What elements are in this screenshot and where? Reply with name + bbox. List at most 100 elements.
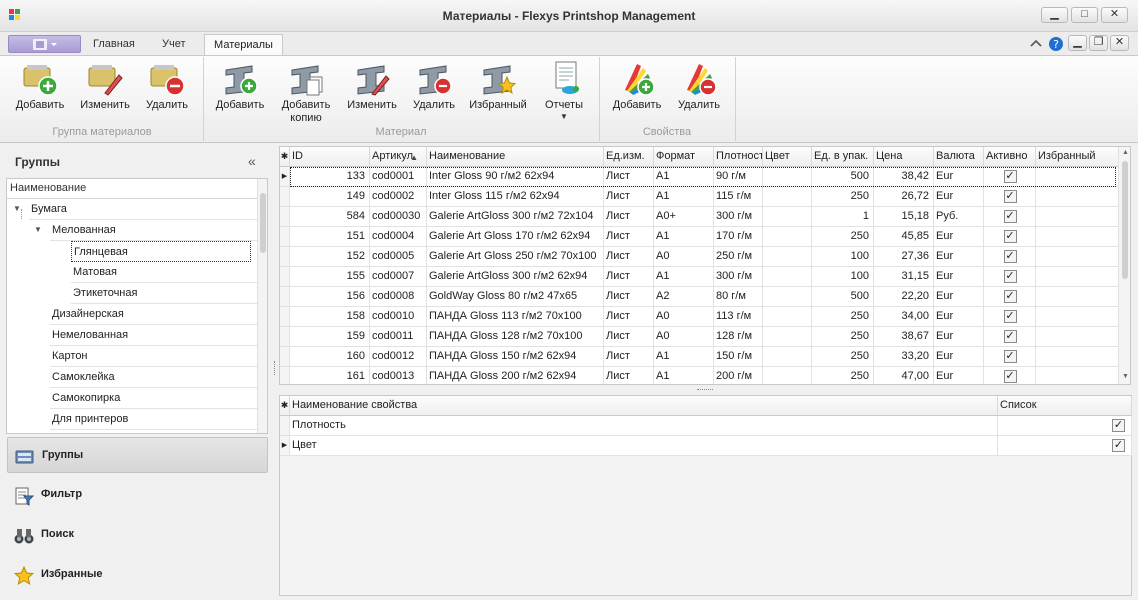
cell-active[interactable]: ✓ — [984, 247, 1036, 267]
table-row[interactable]: 149 cod0002 Inter Gloss 115 г/м2 62x94 Лист… — [280, 187, 1121, 207]
table-row[interactable]: 151 cod0004 Galerie Art Gloss 170 г/м2 62x… — [280, 227, 1121, 247]
column-header-active[interactable]: Активно — [984, 147, 1036, 167]
cell-density[interactable]: 300 г/м — [714, 207, 763, 227]
tab-home[interactable]: Главная — [93, 38, 135, 50]
help-icon[interactable]: ? — [1048, 36, 1064, 52]
cell-pack[interactable]: 250 — [812, 227, 874, 247]
nav-search-button[interactable]: Поиск — [7, 517, 268, 553]
cell-favorite[interactable] — [1036, 287, 1121, 307]
vertical-splitter[interactable] — [272, 146, 278, 596]
cell-density[interactable]: 115 г/м — [714, 187, 763, 207]
checkbox-checked-icon[interactable]: ✓ — [1003, 290, 1017, 303]
cell-format[interactable]: A1 — [654, 267, 714, 287]
tree-node-selected[interactable]: Глянцевая — [71, 241, 251, 262]
cell-unit[interactable]: Лист — [604, 267, 654, 287]
tree-column-header[interactable]: Наименование — [7, 179, 257, 199]
cell-price[interactable]: 45,85 — [874, 227, 934, 247]
maximize-button[interactable]: □ — [1071, 7, 1098, 23]
cell-unit[interactable]: Лист — [604, 347, 654, 367]
expand-icon[interactable]: ▼ — [34, 225, 42, 234]
cell-id[interactable]: 584 — [290, 207, 370, 227]
table-row[interactable]: 156 cod0008 GoldWay Gloss 80 г/м2 47x65 Лис… — [280, 287, 1121, 307]
collapse-ribbon-icon[interactable] — [1028, 36, 1044, 52]
property-add-button[interactable]: Добавить — [606, 60, 668, 122]
cell-active[interactable]: ✓ — [984, 267, 1036, 287]
tab-materials[interactable]: Материалы — [204, 34, 283, 56]
tree-node[interactable]: Немелованная — [50, 325, 257, 346]
cell-density[interactable]: 113 г/м — [714, 307, 763, 327]
tree-node[interactable]: Для принтеров — [50, 409, 257, 430]
table-row[interactable]: 155 cod0007 Galerie ArtGloss 300 г/м2 62x9… — [280, 267, 1121, 287]
nav-filter-button[interactable]: Фильтр — [7, 477, 268, 513]
column-header-currency[interactable]: Валюта — [934, 147, 984, 167]
cell-unit[interactable]: Лист — [604, 247, 654, 267]
cell-currency[interactable]: Eur — [934, 327, 984, 347]
cell-density[interactable]: 170 г/м — [714, 227, 763, 247]
checkbox-checked-icon[interactable]: ✓ — [1003, 230, 1017, 243]
cell-article[interactable]: cod0008 — [370, 287, 427, 307]
cell-currency[interactable]: Eur — [934, 347, 984, 367]
property-row[interactable]: ▶ Цвет ✓ — [280, 436, 1132, 456]
cell-unit[interactable]: Лист — [604, 287, 654, 307]
cell-id[interactable]: 159 — [290, 327, 370, 347]
cell-format[interactable]: A0 — [654, 307, 714, 327]
cell-color[interactable] — [763, 327, 812, 347]
table-row[interactable]: 152 cod0005 Galerie Art Gloss 250 г/м2 70x… — [280, 247, 1121, 267]
close-button[interactable]: ✕ — [1101, 7, 1128, 23]
scroll-up-icon[interactable]: ▲ — [1122, 149, 1129, 156]
checkbox-checked-icon[interactable]: ✓ — [1003, 270, 1017, 283]
cell-color[interactable] — [763, 267, 812, 287]
cell-color[interactable] — [763, 227, 812, 247]
checkbox-checked-icon[interactable]: ✓ — [1003, 310, 1017, 323]
property-row[interactable]: Плотность ✓ — [280, 416, 1132, 436]
tree-node[interactable]: Самоклейка — [50, 367, 257, 388]
scrollbar-thumb[interactable] — [260, 193, 266, 253]
cell-currency[interactable]: Eur — [934, 227, 984, 247]
cell-pack[interactable]: 250 — [812, 327, 874, 347]
checkbox-checked-icon[interactable]: ✓ — [1003, 350, 1017, 363]
checkbox-checked-icon[interactable]: ✓ — [1003, 170, 1017, 183]
cell-id[interactable]: 160 — [290, 347, 370, 367]
property-name-cell[interactable]: Цвет — [290, 436, 998, 456]
cell-article[interactable]: cod0005 — [370, 247, 427, 267]
property-delete-button[interactable]: Удалить — [668, 60, 730, 122]
table-row[interactable]: 161 cod0013 ПАНДА Gloss 200 г/м2 62x94 Лист… — [280, 367, 1121, 384]
cell-id[interactable]: 155 — [290, 267, 370, 287]
cell-active[interactable]: ✓ — [984, 307, 1036, 327]
cell-pack[interactable]: 250 — [812, 347, 874, 367]
cell-article[interactable]: cod0011 — [370, 327, 427, 347]
cell-favorite[interactable] — [1036, 347, 1121, 367]
cell-currency[interactable]: Eur — [934, 167, 984, 187]
cell-density[interactable]: 250 г/м — [714, 247, 763, 267]
cell-article[interactable]: cod00030 — [370, 207, 427, 227]
cell-format[interactable]: A1 — [654, 167, 714, 187]
cell-unit[interactable]: Лист — [604, 227, 654, 247]
tree-scrollbar[interactable] — [257, 179, 267, 433]
cell-article[interactable]: cod0004 — [370, 227, 427, 247]
cell-pack[interactable]: 500 — [812, 167, 874, 187]
cell-active[interactable]: ✓ — [984, 227, 1036, 247]
checkbox-checked-icon[interactable]: ✓ — [1003, 370, 1017, 383]
cell-color[interactable] — [763, 207, 812, 227]
cell-unit[interactable]: Лист — [604, 367, 654, 384]
column-header-list[interactable]: Список — [998, 396, 1132, 416]
cell-currency[interactable]: Eur — [934, 247, 984, 267]
cell-name[interactable]: Galerie ArtGloss 300 г/м2 72x104 — [427, 207, 604, 227]
checkbox-checked-icon[interactable]: ✓ — [1003, 330, 1017, 343]
column-header-id[interactable]: ID — [290, 147, 370, 167]
cell-density[interactable]: 90 г/м — [714, 167, 763, 187]
cell-favorite[interactable] — [1036, 187, 1121, 207]
cell-format[interactable]: A0 — [654, 327, 714, 347]
cell-price[interactable]: 47,00 — [874, 367, 934, 384]
cell-price[interactable]: 22,20 — [874, 287, 934, 307]
cell-color[interactable] — [763, 187, 812, 207]
cell-active[interactable]: ✓ — [984, 347, 1036, 367]
cell-pack[interactable]: 500 — [812, 287, 874, 307]
cell-currency[interactable]: Eur — [934, 267, 984, 287]
cell-id[interactable]: 151 — [290, 227, 370, 247]
cell-color[interactable] — [763, 287, 812, 307]
cell-format[interactable]: A1 — [654, 227, 714, 247]
cell-currency[interactable]: Eur — [934, 187, 984, 207]
table-row[interactable]: 158 cod0010 ПАНДА Gloss 113 г/м2 70x100 Лис… — [280, 307, 1121, 327]
cell-price[interactable]: 27,36 — [874, 247, 934, 267]
